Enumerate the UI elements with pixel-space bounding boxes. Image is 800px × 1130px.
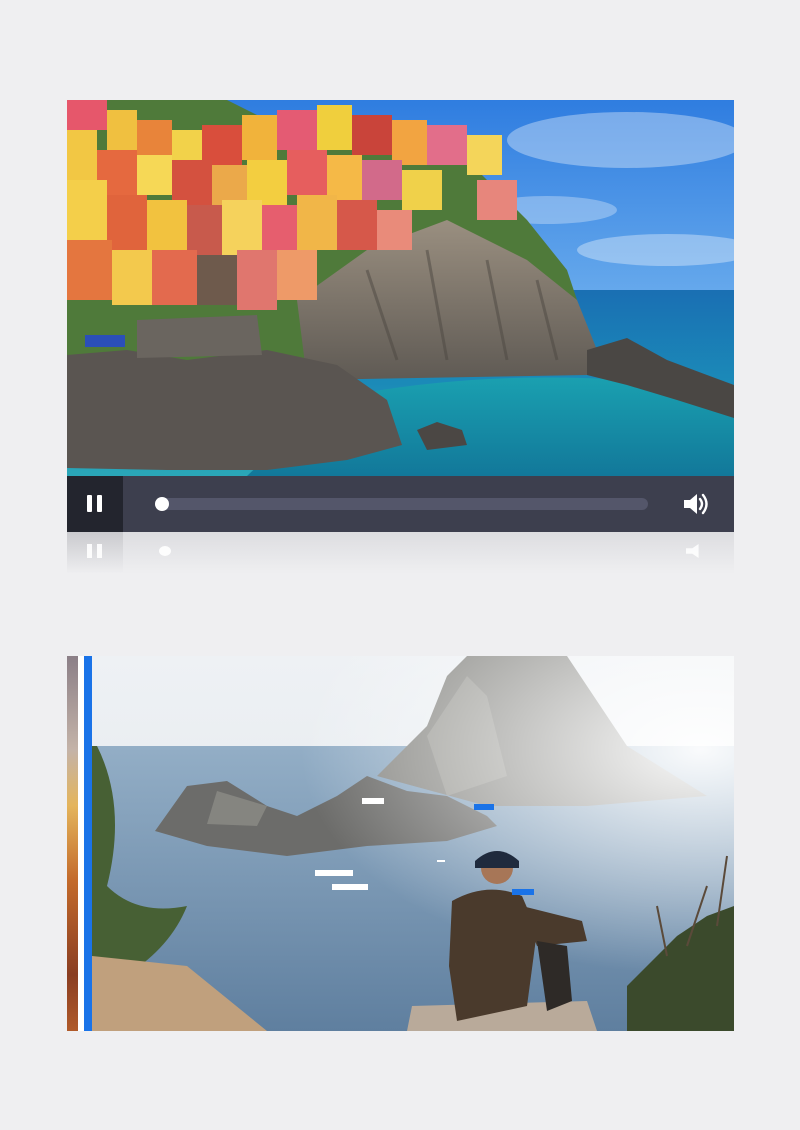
reflection-bar bbox=[97, 544, 102, 558]
video-still-image bbox=[67, 100, 734, 476]
glitch-bar bbox=[332, 884, 368, 890]
reflection-volume-icon bbox=[686, 544, 699, 558]
glitch-bar bbox=[362, 798, 384, 804]
player-reflection bbox=[67, 532, 734, 574]
video-player[interactable] bbox=[67, 100, 734, 532]
glitch-bar-blue bbox=[474, 804, 494, 810]
glitch-bar bbox=[315, 870, 353, 876]
panel-photo-man-by-sea bbox=[67, 656, 734, 1031]
panel-accent-bar bbox=[84, 656, 92, 1031]
panel-left-image-strip bbox=[67, 656, 78, 1031]
glitch-bar bbox=[437, 860, 445, 862]
volume-icon bbox=[684, 493, 708, 515]
reflection-bar bbox=[87, 544, 92, 558]
progress-track[interactable] bbox=[155, 497, 648, 511]
reflection-button bbox=[67, 532, 123, 574]
player-controls bbox=[67, 476, 734, 532]
pause-icon-bar bbox=[97, 495, 102, 512]
video-frame-coastal-village[interactable] bbox=[67, 100, 734, 476]
reflection-knob bbox=[159, 546, 171, 556]
progress-knob[interactable] bbox=[155, 497, 169, 511]
pause-icon bbox=[87, 495, 92, 512]
pause-button[interactable] bbox=[67, 476, 123, 532]
glitch-bar-blue bbox=[512, 889, 534, 895]
slideshow-panel bbox=[67, 656, 734, 1031]
volume-button[interactable] bbox=[682, 491, 710, 517]
